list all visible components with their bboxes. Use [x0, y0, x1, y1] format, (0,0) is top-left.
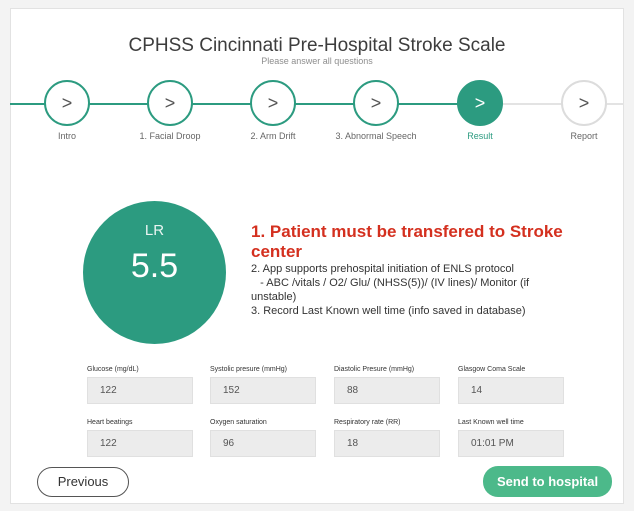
chevron-right-icon[interactable]: >: [457, 80, 503, 126]
step-1-facial-droop[interactable]: >1. Facial Droop: [120, 80, 220, 141]
field-last-known-well: Last Known well time 01:01 PM: [458, 419, 564, 457]
chevron-right-icon[interactable]: >: [353, 80, 399, 126]
field-respiratory: Respiratory rate (RR) 18: [334, 419, 440, 457]
diastolic-input[interactable]: 88: [334, 377, 440, 404]
step-label: 2. Arm Drift: [250, 131, 296, 141]
glasgow-input[interactable]: 14: [458, 377, 564, 404]
result-recommendation: 1. Patient must be transfered to Stroke …: [251, 222, 571, 318]
step-report[interactable]: > Report: [534, 80, 634, 141]
step-intro[interactable]: > Intro: [17, 80, 117, 141]
result-line-2: 2. App supports prehospital initiation o…: [251, 263, 514, 275]
last-known-well-input[interactable]: 01:01 PM: [458, 430, 564, 457]
send-to-hospital-button[interactable]: Send to hospital: [483, 466, 612, 497]
field-heart-beatings: Heart beatings 122: [87, 419, 193, 457]
field-label: Glucose (mg/dL): [87, 366, 139, 373]
step-label: 3. Abnormal Speech: [335, 131, 417, 141]
systolic-input[interactable]: 152: [210, 377, 316, 404]
step-result[interactable]: > Result: [430, 80, 530, 141]
step-label: Result: [467, 131, 493, 141]
field-diastolic: Diastolic Presure (mmHg) 88: [334, 366, 440, 404]
result-line-2b: - ABC /vitals / O2/ Glu/ (NHSS(5))/ (IV …: [251, 277, 533, 303]
field-label: Last Known well time: [458, 419, 524, 426]
respiratory-input[interactable]: 18: [334, 430, 440, 457]
field-systolic: Systolic presure (mmHg) 152: [210, 366, 316, 404]
field-label: Heart beatings: [87, 419, 133, 426]
field-label: Systolic presure (mmHg): [210, 366, 288, 373]
chevron-right-icon[interactable]: >: [561, 80, 607, 126]
step-label: Intro: [57, 131, 76, 141]
chevron-right-icon[interactable]: >: [147, 80, 193, 126]
previous-button[interactable]: Previous: [37, 467, 129, 497]
glucose-input[interactable]: 122: [87, 377, 193, 404]
step-label: Report: [570, 131, 598, 141]
field-glasgow: Glasgow Coma Scale 14: [458, 366, 564, 404]
field-label: Oxygen saturation: [210, 419, 267, 426]
chevron-right-icon[interactable]: >: [44, 80, 90, 126]
likelihood-ratio-badge: LR 5.5: [83, 201, 226, 344]
field-label: Glasgow Coma Scale: [458, 366, 526, 373]
field-glucose: Glucose (mg/dL) 122: [87, 366, 193, 404]
step-2-arm-drift[interactable]: >2. Arm Drift: [223, 80, 323, 141]
field-label: Respiratory rate (RR): [334, 419, 401, 426]
result-headline: 1. Patient must be transfered to Stroke …: [251, 222, 563, 261]
result-line-3: 3. Record Last Known well time (info sav…: [251, 305, 526, 317]
score-label: LR: [144, 222, 165, 239]
field-label: Diastolic Presure (mmHg): [334, 366, 415, 373]
chevron-right-icon[interactable]: >: [250, 80, 296, 126]
step-3-abnormal-speech[interactable]: >3. Abnormal Speech: [326, 80, 426, 141]
oxygen-input[interactable]: 96: [210, 430, 316, 457]
page-subtitle: Please answer all questions: [261, 56, 373, 66]
page-title: CPHSS Cincinnati Pre-Hospital Stroke Sca…: [128, 35, 506, 56]
score-value: 5.5: [130, 247, 179, 285]
field-oxygen: Oxygen saturation 96: [210, 419, 316, 457]
step-label: 1. Facial Droop: [139, 131, 201, 141]
heart-beatings-input[interactable]: 122: [87, 430, 193, 457]
